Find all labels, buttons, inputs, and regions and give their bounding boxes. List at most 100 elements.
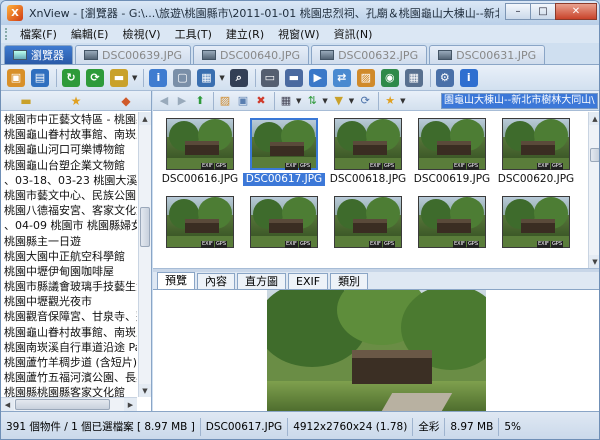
menu-info[interactable]: 資訊(N) [327, 26, 380, 42]
browser-button[interactable]: ▣ [5, 67, 27, 89]
search-button[interactable]: ⌕ [228, 67, 250, 89]
file-tab-0[interactable]: 瀏覽器 [4, 45, 73, 64]
folder-tree-item[interactable]: 桃園市藝文中心、民族公園 [1, 188, 137, 203]
folder-tree-item[interactable]: 桃園縣主一日遊 [1, 234, 137, 249]
back-icon[interactable]: ◀ [156, 93, 172, 109]
folder-tree-item[interactable]: 、03-18、03-23 桃園大溪老 [1, 173, 137, 188]
sort-dropdown-icon[interactable]: ▼ [322, 97, 327, 105]
thumbnail-item[interactable]: EXIF GPS DSC00620.JPG [495, 112, 575, 187]
folder-tree-scrollbar[interactable]: ▲ ▼ [138, 112, 151, 397]
thumbnail-item[interactable]: EXIF GPS DSC00617.JPG [243, 112, 325, 187]
folder-tree-item[interactable]: 桃園八德福安宮、客家文化館 [1, 203, 137, 218]
thumbnail-scroll-thumb[interactable] [590, 148, 599, 162]
folder-tree-hscrollbar[interactable]: ◀ ▶ [1, 397, 137, 411]
print-button[interactable]: ▭ [259, 67, 281, 89]
sort-icon[interactable]: ⇅ [304, 93, 320, 109]
copy-icon[interactable]: ▣ [235, 93, 251, 109]
capture-button[interactable]: ◉ [379, 67, 401, 89]
preview-tab-2[interactable]: 直方圖 [237, 273, 286, 289]
folder-tree-item[interactable]: 桃園大園中正航空科學館 [1, 249, 137, 264]
folder-tree-hscroll-thumb[interactable] [15, 399, 110, 410]
maximize-button[interactable]: □ [530, 3, 556, 20]
menu-edit[interactable]: 編輯(E) [64, 26, 116, 42]
open-button[interactable]: ▢ [171, 67, 193, 89]
scroll-down-icon[interactable]: ▼ [139, 384, 151, 397]
folder-tree-scroll-thumb[interactable] [140, 207, 150, 247]
thumbnail-scrollbar[interactable]: ▲ ▼ [588, 112, 599, 268]
preview-tab-3[interactable]: EXIF [288, 273, 329, 289]
thumbnail-item[interactable]: EXIF GPS DSC00618.JPG [327, 112, 407, 187]
save-button[interactable]: ▦ [195, 67, 217, 89]
thumbnail-item[interactable]: EXIF GPS [327, 190, 407, 265]
forward-icon[interactable]: ▶ [174, 93, 190, 109]
folder-tree-item[interactable]: 桃園蘆竹羊稠步道 (含短片) [1, 355, 137, 370]
scroll-up-icon[interactable]: ▲ [139, 112, 151, 125]
folder-tree-item[interactable]: 桃園龜山台塑企業文物館 [1, 158, 137, 173]
thumbnail-item[interactable]: EXIF GPS [243, 190, 323, 265]
folder-tree-item[interactable]: 桃園市中正藝文特區 - 桃園縣 [1, 112, 137, 127]
refresh-all-button[interactable]: ⟳ [84, 67, 106, 89]
filter-icon[interactable]: ▼ [331, 93, 347, 109]
dropdown-arrow-icon[interactable]: ▼ [219, 74, 224, 82]
folder-tree-item[interactable]: 桃園龜山河口可樂博物館 [1, 142, 137, 157]
thumbnail-item[interactable]: EXIF GPS DSC00619.JPG [411, 112, 491, 187]
scan-button[interactable]: ▬ [283, 67, 305, 89]
preview-tab-1[interactable]: 內容 [197, 273, 235, 289]
folder-tree-item[interactable]: 桃園龜山眷村故事館、南崁五 [1, 127, 137, 142]
preview-tab-4[interactable]: 類別 [330, 273, 369, 289]
view-mode-dropdown-icon[interactable]: ▼ [296, 97, 301, 105]
view-mode-icon[interactable]: ▦ [278, 93, 294, 109]
menu-file[interactable]: 檔案(F) [13, 26, 64, 42]
folders-tab-icon[interactable]: ▬ [17, 93, 35, 109]
fullscreen-button[interactable]: ▤ [29, 67, 51, 89]
new-folder-icon[interactable]: ▨ [217, 93, 233, 109]
minimize-button[interactable]: – [505, 3, 531, 20]
path-input[interactable]: 園龜山大棟山--新北市樹林大同山\ [441, 93, 598, 109]
favorite-star-icon[interactable]: ★ [382, 93, 398, 109]
title-bar[interactable]: X XnView - [瀏覽器 - G:\...\旅遊\桃園縣市\2011-01… [1, 1, 599, 25]
file-tab-4[interactable]: DSC00631.JPG [429, 45, 546, 64]
thumbnail-item[interactable]: EXIF GPS DSC00616.JPG [159, 112, 239, 187]
sync-icon[interactable]: ⟳ [357, 93, 373, 109]
info-button[interactable]: i [147, 67, 169, 89]
refresh-button[interactable]: ↻ [60, 67, 82, 89]
about-button[interactable]: i [458, 67, 480, 89]
favorites-tab-icon[interactable]: ★ [67, 93, 85, 109]
folder-tree-item[interactable]: 桃園市縣議會玻璃手技藝生活 [1, 279, 137, 294]
preview-image[interactable] [267, 290, 486, 411]
image-button[interactable]: ▨ [355, 67, 377, 89]
scroll-up-icon[interactable]: ▲ [589, 112, 599, 125]
file-tab-1[interactable]: DSC00639.JPG [75, 45, 192, 64]
menu-window[interactable]: 視窗(W) [271, 26, 326, 42]
menu-tools[interactable]: 工具(T) [168, 26, 219, 42]
scroll-left-icon[interactable]: ◀ [1, 398, 14, 411]
menu-view[interactable]: 檢視(V) [115, 26, 167, 42]
grid-button[interactable]: ▦ [403, 67, 425, 89]
delete-icon[interactable]: ✖ [253, 93, 269, 109]
convert-button[interactable]: ⇄ [331, 67, 353, 89]
folder-tree-item[interactable]: 桃園南崁溪自行車道沿途 Pa [1, 340, 137, 355]
thumbnail-item[interactable]: EXIF GPS [159, 190, 239, 265]
folder-button[interactable]: ▬ [108, 67, 130, 89]
close-button[interactable]: ✕ [555, 3, 597, 20]
slideshow-button[interactable]: ▶ [307, 67, 329, 89]
thumbnail-item[interactable]: EXIF GPS [495, 190, 575, 265]
menu-create[interactable]: 建立(R) [219, 26, 271, 42]
scroll-down-icon[interactable]: ▼ [589, 255, 599, 268]
settings-button[interactable]: ⚙ [434, 67, 456, 89]
file-tab-2[interactable]: DSC00640.JPG [193, 45, 310, 64]
dropdown-arrow-icon[interactable]: ▼ [132, 74, 137, 82]
folder-tree-item[interactable]: 桃園中壢伊甸園咖啡屋 [1, 264, 137, 279]
favorite-dropdown-icon[interactable]: ▼ [400, 97, 405, 105]
filter-dropdown-icon[interactable]: ▼ [349, 97, 354, 105]
categories-tab-icon[interactable]: ◆ [117, 93, 135, 109]
folder-tree-item[interactable]: 桃園中壢觀光夜市 [1, 294, 137, 309]
folder-tree-item[interactable]: 桃園龜山眷村故事館、南崁五 [1, 325, 137, 340]
folder-tree-item[interactable]: 桃園觀音保障宮、甘泉寺、蓮 [1, 309, 137, 324]
up-folder-icon[interactable]: ⬆ [192, 93, 208, 109]
folder-tree-item[interactable]: 桃園蘆竹五福河濱公園、長興 [1, 370, 137, 385]
folder-tree-item[interactable]: 、04-09 桃園市 桃園縣婦女館 [1, 218, 137, 233]
thumbnail-item[interactable]: EXIF GPS [411, 190, 491, 265]
scroll-right-icon[interactable]: ▶ [124, 398, 137, 411]
preview-tab-0[interactable]: 預覽 [157, 272, 195, 289]
